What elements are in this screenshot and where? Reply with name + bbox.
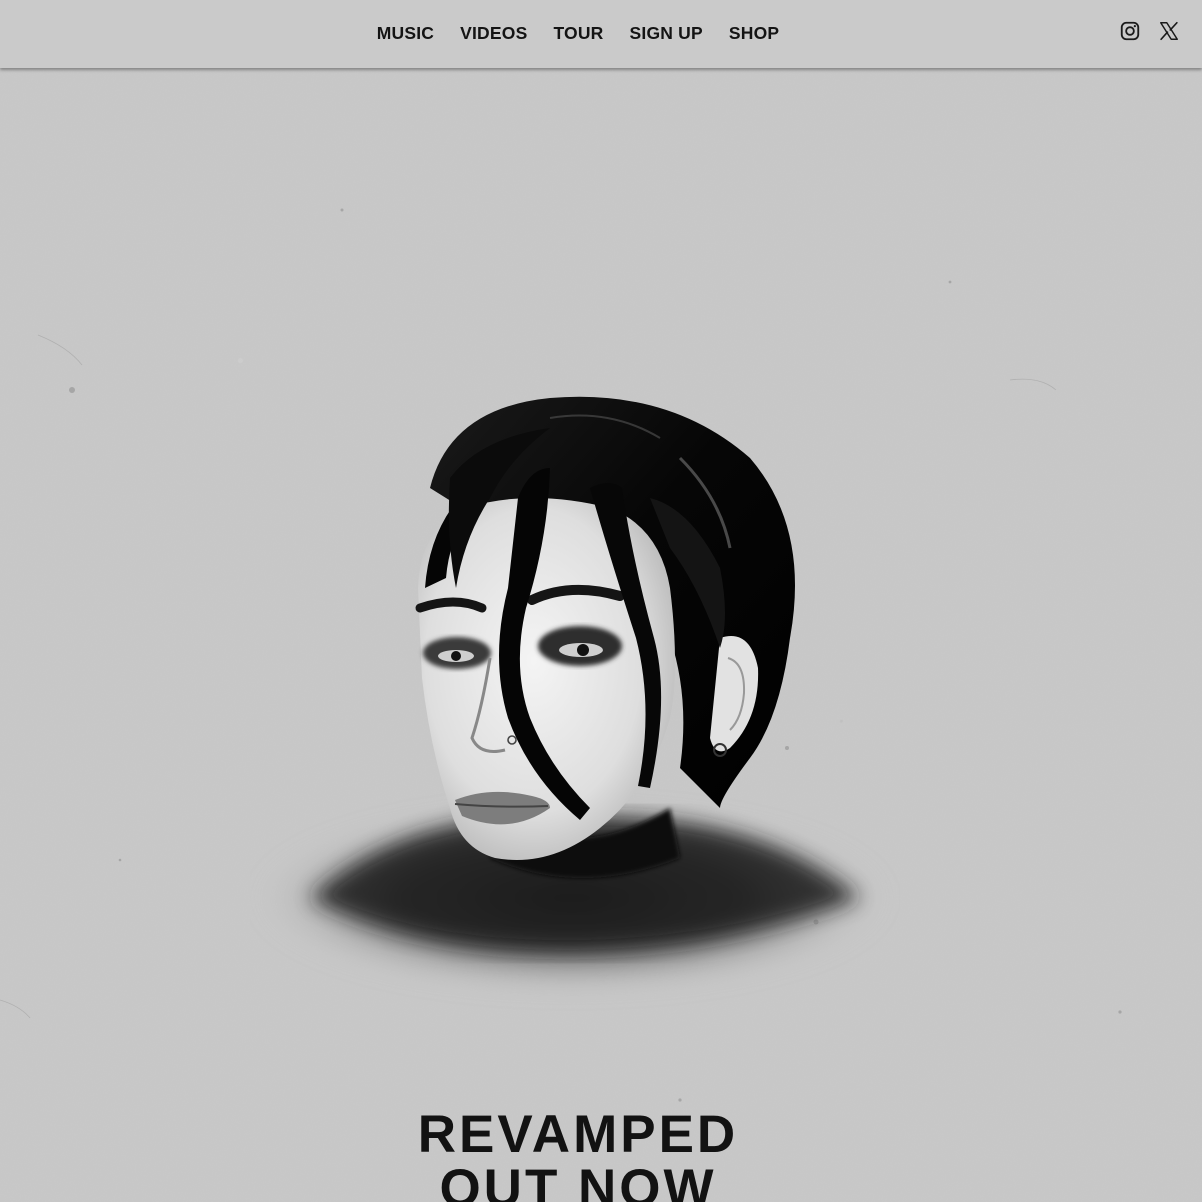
headline-line-1: REVAMPED: [417, 1105, 739, 1164]
x-icon: [1160, 21, 1178, 41]
instagram-icon: [1120, 21, 1140, 41]
instagram-link[interactable]: [1119, 20, 1141, 42]
nav-link-sign-up[interactable]: SIGN UP: [630, 23, 703, 44]
nav-link-videos[interactable]: VIDEOS: [460, 23, 527, 44]
hero-section: REVAMPED OUT NOW: [0, 68, 1202, 1202]
x-link[interactable]: [1158, 20, 1180, 42]
artist-portrait: [254, 396, 890, 994]
hero-headline: REVAMPED OUT NOW: [0, 1108, 1202, 1202]
nav-link-tour[interactable]: TOUR: [553, 23, 603, 44]
site-header: MUSIC VIDEOS TOUR SIGN UP SHOP: [0, 0, 1202, 68]
nav-link-shop[interactable]: SHOP: [729, 23, 779, 44]
headline-line-2: OUT NOW: [439, 1159, 717, 1202]
social-links: [1119, 20, 1180, 42]
nav-link-music[interactable]: MUSIC: [377, 23, 434, 44]
main-nav: MUSIC VIDEOS TOUR SIGN UP SHOP: [0, 0, 1202, 66]
